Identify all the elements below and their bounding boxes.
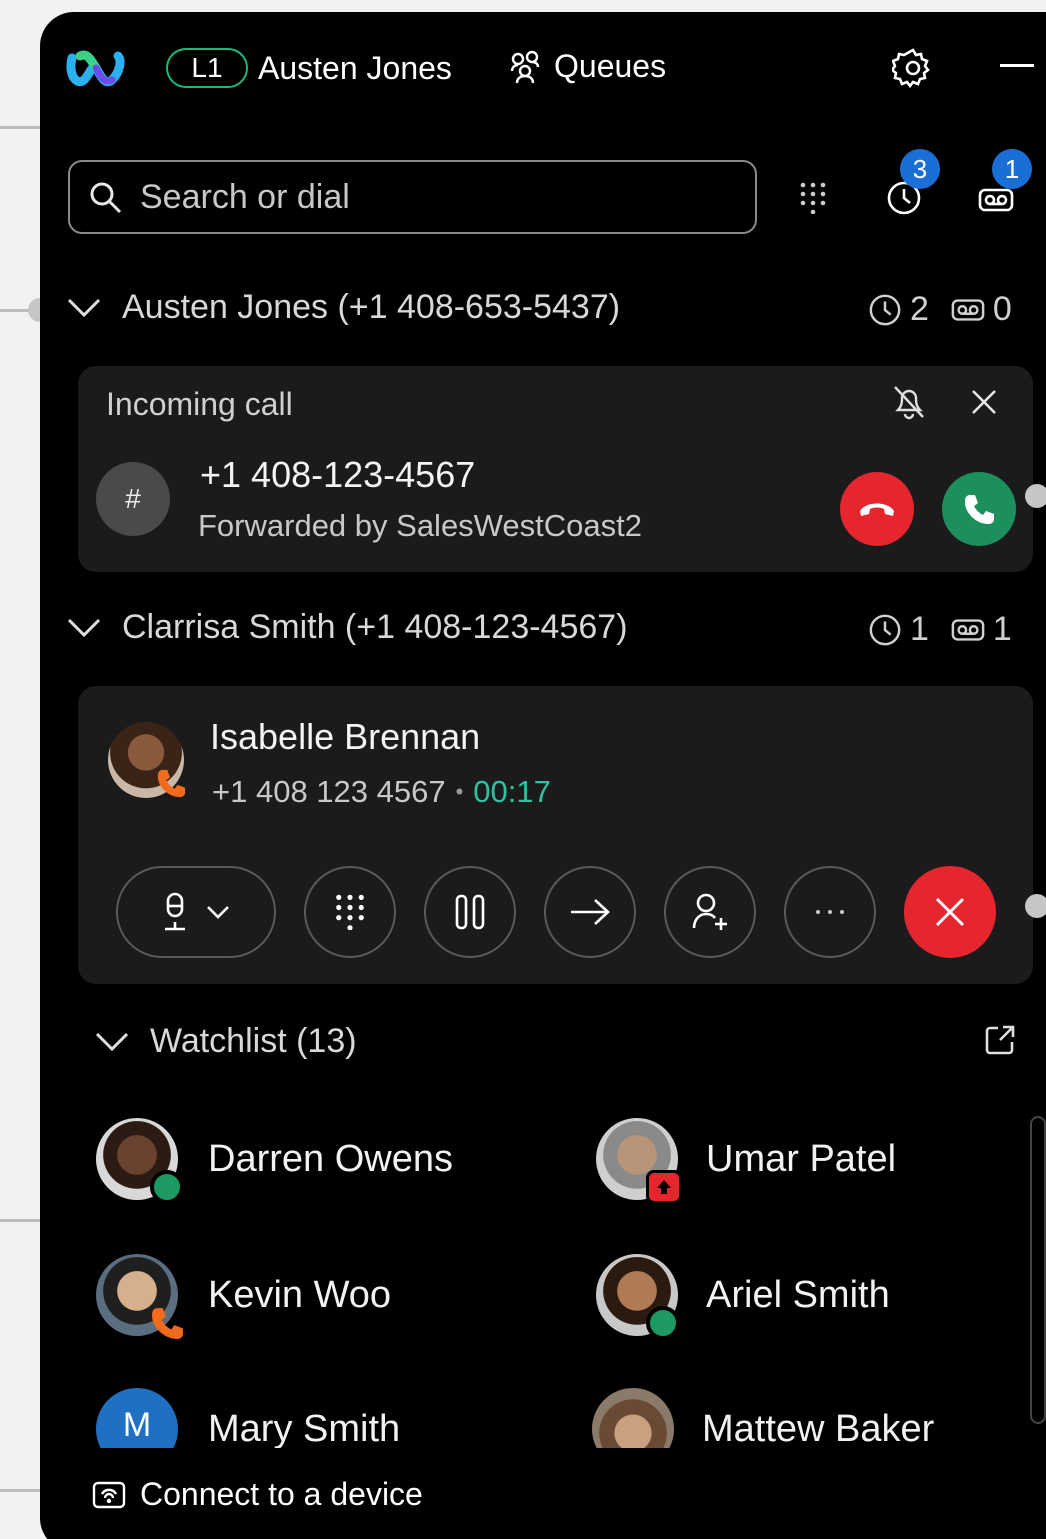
callout-incoming-dot: [1025, 484, 1046, 508]
contact-name: Mary Smith: [208, 1408, 401, 1448]
voicemail-icon: [951, 618, 985, 642]
call-history-badge: 3: [900, 149, 940, 189]
details-separator: •: [455, 779, 464, 804]
search-icon: [88, 180, 122, 214]
active-call-card: Isabelle Brennan +1 408 123 4567 • 00:17: [78, 686, 1033, 984]
contact-name: Umar Patel: [706, 1138, 897, 1180]
chevron-down-icon: [66, 617, 102, 639]
connect-device-button[interactable]: Connect to a device: [92, 1476, 423, 1513]
queues-label: Queues: [554, 48, 667, 84]
queues-icon: [508, 49, 544, 85]
answer-button[interactable]: [942, 472, 1016, 546]
webex-logo: [66, 48, 126, 90]
device-icon: [92, 1481, 126, 1509]
voicemail-badge: 1: [992, 149, 1032, 189]
phone-icon: [963, 493, 995, 525]
hold-button[interactable]: [424, 866, 516, 958]
line2-header[interactable]: Clarrisa Smith (+1 408-123-4567): [66, 608, 628, 647]
line1-header-label: Austen Jones (+1 408-653-5437): [122, 288, 621, 326]
line1-voicemail-count: 0: [992, 290, 1012, 328]
status-available-icon: [150, 1170, 184, 1204]
contact-name: Kevin Woo: [208, 1274, 392, 1316]
avatar: [592, 1388, 674, 1448]
watchlist-scrollbar[interactable]: [1030, 1116, 1046, 1424]
line2-history-count: 1: [910, 610, 929, 648]
dialpad-icon[interactable]: [800, 182, 826, 214]
avatar-initial: M: [122, 1406, 152, 1444]
active-call-details: +1 408 123 4567 • 00:17: [212, 774, 551, 810]
forwarded-by: Forwarded by SalesWestCoast2: [198, 508, 642, 543]
connect-device-label: Connect to a device: [140, 1476, 423, 1512]
incoming-call-card: Incoming call # +1 408-123-4567 Forwarde…: [78, 366, 1033, 572]
incoming-number: +1 408-123-4567: [200, 454, 476, 495]
chevron-down-icon: [206, 905, 230, 919]
current-user-name[interactable]: Austen Jones: [258, 50, 452, 87]
voicemail-button[interactable]: [978, 188, 1014, 212]
voicemail-icon: [951, 298, 985, 322]
presenting-icon: [646, 1170, 682, 1204]
line2-voicemail-count: 1: [992, 610, 1012, 648]
line-badge[interactable]: L1: [166, 48, 248, 88]
microphone-icon: [162, 892, 188, 932]
line1-counts: 2 0: [868, 290, 1012, 329]
more-icon: [815, 909, 845, 915]
chevron-down-icon: [94, 1031, 130, 1053]
line1-history-count: 2: [910, 290, 929, 328]
more-button[interactable]: [784, 866, 876, 958]
chevron-down-icon: [66, 297, 102, 319]
caller-avatar: #: [96, 462, 170, 536]
transfer-button[interactable]: [544, 866, 636, 958]
contact-name: Darren Owens: [208, 1138, 453, 1180]
close-icon[interactable]: [970, 388, 998, 416]
incoming-call-title: Incoming call: [106, 386, 293, 422]
line2-counts: 1 1: [868, 610, 1012, 649]
callout-controls-dot: [1025, 894, 1046, 918]
clock-icon: [868, 293, 902, 327]
call-timer: 00:17: [473, 774, 551, 809]
watchlist-title: Watchlist (13): [150, 1022, 357, 1060]
microphone-button[interactable]: [116, 866, 276, 958]
hang-up-icon: [858, 499, 896, 519]
keypad-button[interactable]: [304, 866, 396, 958]
arrow-right-icon: [569, 898, 611, 926]
decline-button[interactable]: [840, 472, 914, 546]
contact-name: Mattew Baker: [702, 1408, 935, 1448]
line2-header-label: Clarrisa Smith (+1 408-123-4567): [122, 608, 628, 646]
contact-name: Ariel Smith: [706, 1274, 890, 1316]
add-participant-button[interactable]: [664, 866, 756, 958]
keypad-icon: [335, 894, 365, 930]
minimize-icon[interactable]: [1000, 64, 1034, 67]
watchlist-list: Darren Owens Umar Patel Kevin Woo Ariel …: [40, 1102, 1046, 1448]
voicemail-icon: [978, 188, 1014, 212]
search-input[interactable]: [140, 177, 700, 217]
phone-status-icon: [150, 1306, 184, 1340]
line1-header[interactable]: Austen Jones (+1 408-653-5437): [66, 288, 620, 327]
pause-icon: [454, 894, 486, 930]
pop-out-icon[interactable]: [984, 1024, 1016, 1056]
avatar: M: [96, 1388, 178, 1448]
search-field[interactable]: [68, 160, 757, 234]
close-icon: [934, 896, 966, 928]
active-caller-number: +1 408 123 4567: [212, 774, 446, 809]
active-caller-name: Isabelle Brennan: [210, 716, 481, 757]
caller-avatar-glyph: #: [125, 483, 141, 514]
end-call-button[interactable]: [904, 866, 996, 958]
queues-button[interactable]: Queues: [508, 48, 666, 85]
phone-status-icon: [156, 768, 186, 798]
calling-app-window: L1 Austen Jones Queues Search or dial 3 …: [40, 12, 1046, 1539]
clock-icon: [868, 613, 902, 647]
mute-alert-icon[interactable]: [892, 384, 926, 420]
add-person-icon: [691, 892, 729, 932]
watchlist-header[interactable]: Watchlist (13): [94, 1022, 357, 1061]
settings-icon[interactable]: [892, 47, 934, 89]
status-available-icon: [646, 1306, 680, 1340]
